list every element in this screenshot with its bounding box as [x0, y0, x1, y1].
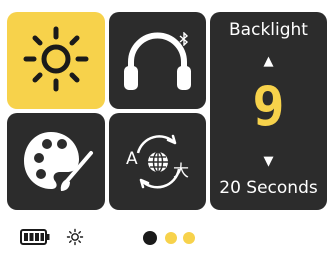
page-dot-1[interactable]	[143, 231, 157, 245]
language-glyph-a: A	[126, 149, 138, 169]
bluetooth-audio-tile[interactable]	[109, 12, 206, 109]
language-icon	[136, 134, 181, 189]
language-glyph-cjk: 大	[173, 161, 190, 180]
page-dot-3[interactable]	[183, 232, 195, 244]
sun-icon	[23, 26, 89, 92]
page-dot-2[interactable]	[165, 232, 177, 244]
backlight-title: Backlight	[229, 20, 308, 40]
backlight-increase-arrow[interactable]: ▲	[210, 54, 327, 69]
bluetooth-icon	[179, 32, 189, 46]
language-tile[interactable]: A 大	[109, 113, 206, 210]
theme-tile[interactable]	[7, 113, 105, 210]
backlight-panel: Backlight ▲ 9 ▼ 20 Seconds	[210, 12, 327, 210]
sun-small-icon	[66, 228, 84, 246]
brightness-tile[interactable]	[7, 12, 105, 109]
battery-full-icon	[20, 229, 50, 245]
backlight-duration: 20 Seconds	[219, 178, 318, 198]
backlight-value: 9	[252, 75, 285, 138]
backlight-decrease-arrow[interactable]: ▼	[210, 154, 327, 169]
palette-icon	[24, 132, 93, 191]
headphones-icon	[124, 32, 191, 90]
